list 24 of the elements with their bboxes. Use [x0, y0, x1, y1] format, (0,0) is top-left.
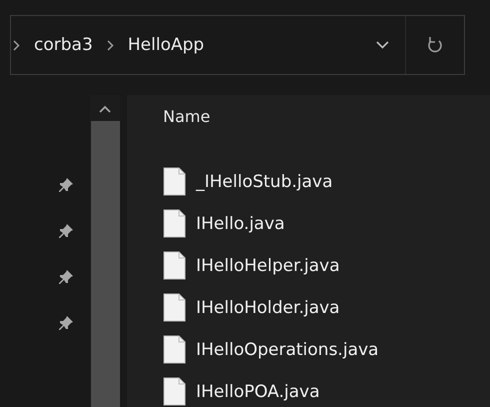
file-icon [163, 377, 186, 406]
pin-icon[interactable] [58, 269, 74, 285]
pin-icon[interactable] [58, 177, 74, 193]
pin-icon[interactable] [58, 223, 74, 239]
breadcrumb[interactable]: corba3 [30, 35, 97, 55]
file-name[interactable]: IHelloHelper.java [196, 256, 340, 276]
breadcrumb-separator-icon [13, 40, 20, 50]
address-bar[interactable]: corba3 HelloApp [10, 15, 465, 75]
file-name[interactable]: IHelloOperations.java [196, 340, 379, 360]
file-name[interactable]: _IHelloStub.java [196, 172, 333, 192]
file-icon [163, 167, 186, 196]
file-icon [163, 335, 186, 364]
file-name[interactable]: IHelloHolder.java [196, 298, 340, 318]
breadcrumb-separator-icon [106, 40, 114, 50]
file-icon [163, 251, 186, 280]
breadcrumb[interactable]: HelloApp [124, 35, 208, 55]
refresh-icon[interactable] [427, 36, 443, 54]
file-name[interactable]: IHelloPOA.java [196, 382, 320, 402]
dropdown-chevron-icon[interactable] [376, 41, 389, 49]
file-icon [163, 293, 186, 322]
column-header[interactable]: Name [163, 107, 210, 137]
pin-icon[interactable] [58, 315, 74, 331]
file-icon [163, 209, 186, 238]
file-name[interactable]: IHello.java [196, 214, 285, 234]
